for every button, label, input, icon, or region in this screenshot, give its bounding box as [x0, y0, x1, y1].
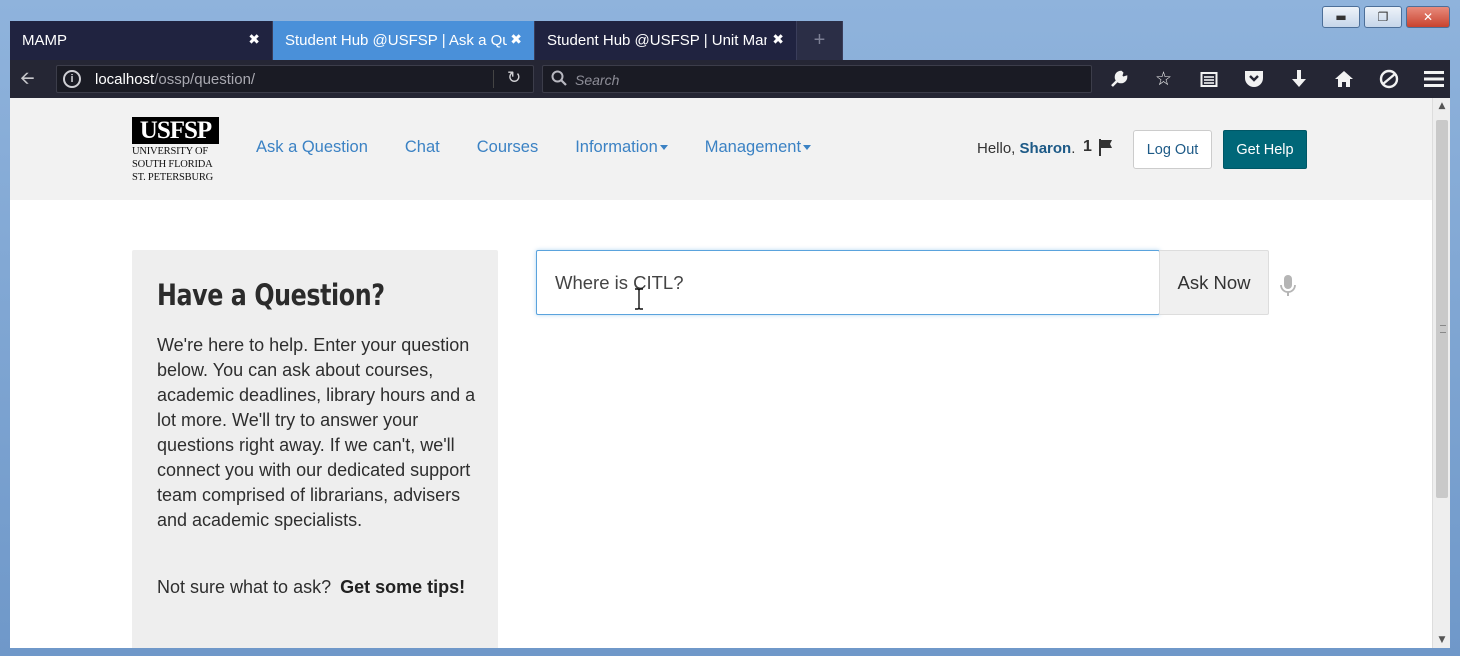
reload-icon[interactable]: ↻ [507, 68, 521, 88]
minimize-button[interactable]: ▬ [1322, 6, 1360, 28]
scroll-down-arrow-icon[interactable]: ▼ [1433, 632, 1451, 648]
search-bar[interactable]: Search [542, 65, 1092, 93]
tab-label: Student Hub @USFSP | Ask a Que [285, 32, 507, 49]
nav-management-dropdown[interactable]: Management [704, 138, 812, 157]
logout-button[interactable]: Log Out [1133, 130, 1212, 169]
tab-bar: MAMP ✖ Student Hub @USFSP | Ask a Que ✖ … [10, 21, 843, 60]
nav-management-label: Management [704, 138, 802, 156]
text-cursor-icon [635, 288, 643, 310]
maximize-button[interactable]: ❐ [1364, 6, 1402, 28]
card-title: Have a Question? [157, 278, 385, 312]
navigation-toolbar: 🡨 i localhost/ossp/question/ ↻ Search ☆ [10, 60, 1450, 98]
tab-label: MAMP [22, 32, 67, 49]
close-tab-icon[interactable]: ✖ [772, 32, 784, 48]
url-bar[interactable]: i localhost/ossp/question/ ↻ [56, 65, 534, 93]
nav-chat[interactable]: Chat [405, 138, 440, 157]
new-tab-button[interactable]: + [797, 21, 843, 60]
close-window-button[interactable]: ✕ [1406, 6, 1450, 28]
tab-ask-question[interactable]: Student Hub @USFSP | Ask a Que ✖ [273, 21, 535, 60]
url-divider [493, 70, 494, 88]
tips-link[interactable]: Get some tips! [340, 577, 465, 597]
greeting-prefix: Hello, [977, 140, 1020, 157]
vertical-scrollbar[interactable]: ▲ ▼ [1432, 98, 1450, 648]
user-greeting: Hello, Sharon. [977, 140, 1075, 157]
ask-now-button[interactable]: Ask Now [1159, 250, 1269, 315]
wrench-icon[interactable] [1096, 60, 1141, 98]
help-card: Have a Question? We're here to help. Ent… [132, 250, 498, 648]
url-host: localhost [95, 71, 155, 88]
flag-count[interactable]: 1 [1083, 138, 1092, 156]
menu-icon[interactable] [1411, 60, 1456, 98]
url-text[interactable]: localhost/ossp/question/ [95, 71, 255, 88]
card-footer: Not sure what to ask? Get some tips! [157, 577, 465, 598]
microphone-icon[interactable] [1280, 274, 1296, 298]
star-icon[interactable]: ☆ [1141, 60, 1186, 98]
pocket-icon[interactable] [1231, 60, 1276, 98]
nav-information-dropdown[interactable]: Information [575, 138, 668, 157]
tips-prompt: Not sure what to ask? [157, 577, 332, 597]
site-info-icon[interactable]: i [63, 70, 81, 88]
home-icon[interactable] [1321, 60, 1366, 98]
scrollbar-thumb[interactable] [1436, 120, 1448, 498]
flag-icon[interactable] [1098, 138, 1114, 156]
toolbar-icons: ☆ [1096, 60, 1456, 98]
sync-icon[interactable] [1366, 60, 1411, 98]
nav-courses[interactable]: Courses [477, 138, 538, 157]
grip-icon [1440, 325, 1446, 333]
close-tab-icon[interactable]: ✖ [248, 32, 260, 48]
tab-mamp[interactable]: MAMP ✖ [10, 21, 273, 60]
greeting-suffix: . [1071, 140, 1076, 157]
logo-line: UNIVERSITY OF [132, 146, 209, 157]
card-body: We're here to help. Enter your question … [157, 335, 476, 530]
caret-down-icon [803, 145, 812, 151]
close-tab-icon[interactable]: ✖ [510, 32, 522, 48]
window-controls: ▬ ❐ ✕ [1322, 6, 1450, 28]
main-nav: Ask a Question Chat Courses Information … [256, 138, 848, 157]
search-placeholder: Search [575, 72, 620, 88]
usfsp-logo[interactable]: USFSP UNIVERSITY OF SOUTH FLORIDA ST. PE… [132, 117, 222, 183]
page-viewport: USFSP UNIVERSITY OF SOUTH FLORIDA ST. PE… [10, 98, 1432, 648]
logo-line: ST. PETERSBURG [132, 172, 214, 183]
back-arrow-icon[interactable]: 🡨 [20, 68, 42, 90]
caret-down-icon [659, 145, 668, 151]
get-help-button[interactable]: Get Help [1223, 130, 1307, 169]
user-name[interactable]: Sharon [1020, 140, 1072, 157]
search-icon [551, 70, 567, 86]
url-path: /ossp/question/ [154, 71, 256, 88]
nav-information-label: Information [575, 138, 658, 156]
logo-line: SOUTH FLORIDA [132, 159, 213, 170]
reading-list-icon[interactable] [1186, 60, 1231, 98]
logo-mark: USFSP [132, 117, 219, 144]
site-header: USFSP UNIVERSITY OF SOUTH FLORIDA ST. PE… [10, 98, 1432, 200]
question-input[interactable] [536, 250, 1160, 315]
download-icon[interactable] [1276, 60, 1321, 98]
tab-label: Student Hub @USFSP | Unit Mana [547, 32, 767, 49]
scroll-up-arrow-icon[interactable]: ▲ [1433, 98, 1451, 114]
tab-unit-management[interactable]: Student Hub @USFSP | Unit Mana ✖ [535, 21, 797, 60]
nav-ask-question[interactable]: Ask a Question [256, 138, 368, 157]
